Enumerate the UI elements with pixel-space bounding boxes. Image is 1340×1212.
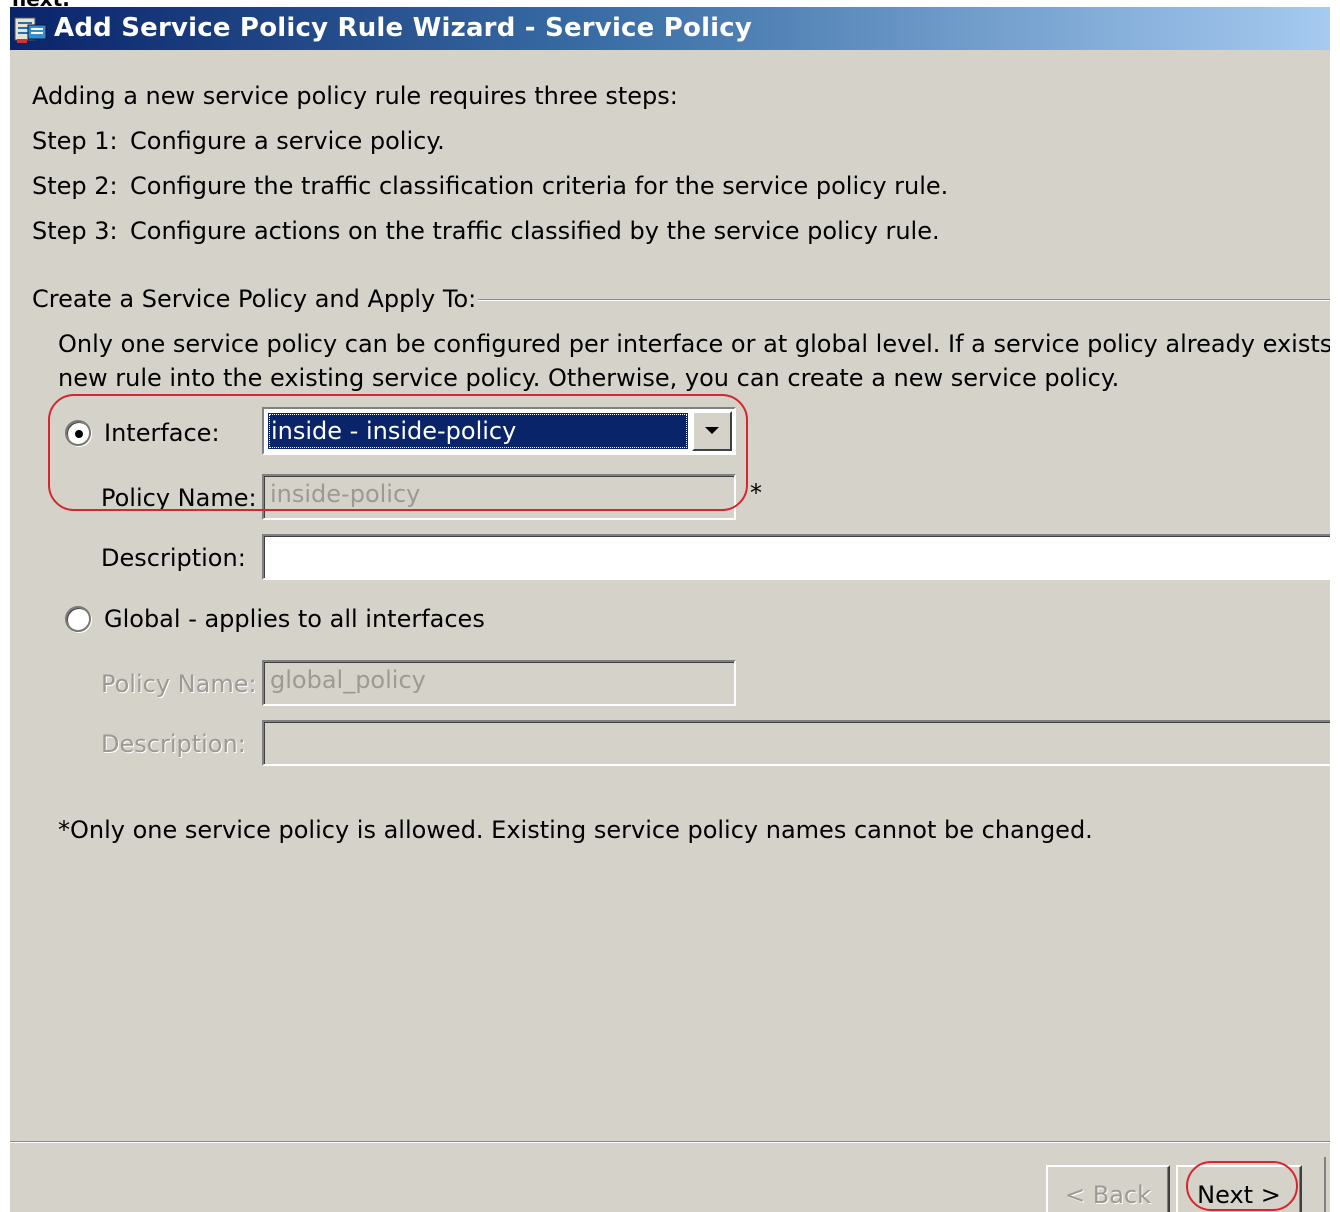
- step-1-text: Configure a service policy.: [130, 127, 445, 155]
- footnote: *Only one service policy is allowed. Exi…: [58, 816, 1093, 844]
- window-title: Add Service Policy Rule Wizard - Service…: [54, 13, 753, 43]
- step-3-text: Configure actions on the traffic classif…: [130, 217, 940, 245]
- group-title: Create a Service Policy and Apply To:: [32, 285, 477, 313]
- step-1-label: Step 1:: [32, 127, 118, 155]
- back-button[interactable]: < Back: [1046, 1165, 1170, 1212]
- global-radio-label[interactable]: Global - applies to all interfaces: [104, 605, 485, 633]
- interface-description-label: Description:: [101, 544, 246, 572]
- global-radio[interactable]: [65, 606, 91, 632]
- footer-separator: [10, 1141, 1330, 1143]
- wizard-dialog: Add Service Policy Rule Wizard - Service…: [10, 7, 1330, 1212]
- step-3-label: Step 3:: [32, 217, 118, 245]
- step-2-text: Configure the traffic classification cri…: [130, 172, 949, 200]
- interface-highlight-annotation: [48, 394, 748, 511]
- global-policy-name-field: global_policy: [262, 660, 736, 706]
- global-description-field: [262, 720, 1330, 766]
- intro-heading: Adding a new service policy rule require…: [32, 82, 678, 110]
- required-asterisk: *: [750, 479, 762, 507]
- wizard-app-icon: [14, 17, 47, 43]
- global-description-label: Description:: [101, 730, 246, 758]
- global-policy-name-label: Policy Name:: [101, 670, 257, 698]
- group-note-line-2: new rule into the existing service polic…: [58, 364, 1120, 392]
- title-bar: Add Service Policy Rule Wizard - Service…: [10, 7, 1330, 50]
- step-2-label: Step 2:: [32, 172, 118, 200]
- interface-description-input[interactable]: [262, 534, 1330, 580]
- dialog-right-edge: [1324, 1157, 1326, 1212]
- group-divider: [478, 299, 1330, 301]
- group-note-line-1: Only one service policy can be configure…: [58, 330, 1330, 358]
- next-highlight-annotation: [1186, 1161, 1298, 1211]
